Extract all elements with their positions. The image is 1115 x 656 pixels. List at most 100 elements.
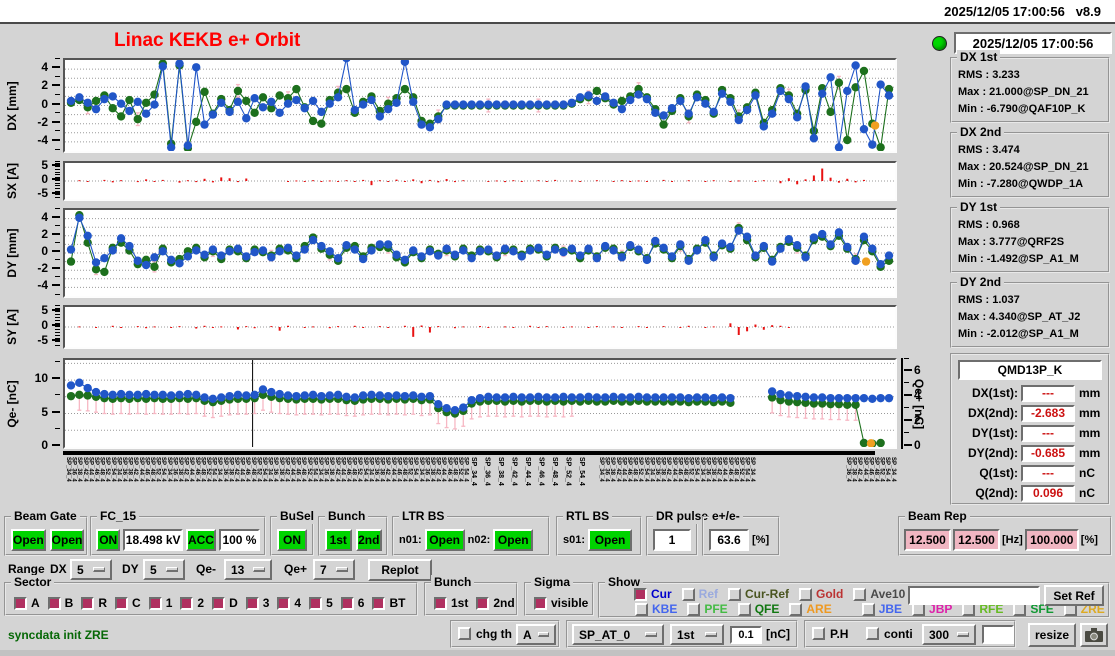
show-item-label: Ave10	[870, 587, 906, 601]
sector-checkbox[interactable]	[115, 596, 129, 610]
bunch-item-label: 1st	[451, 596, 469, 610]
bunch-checkbox[interactable]	[476, 596, 490, 610]
sector-item-3[interactable]: 3	[245, 596, 269, 610]
sector-checkbox[interactable]	[148, 596, 162, 610]
beam-gate-open-1-button[interactable]: Open	[11, 529, 46, 551]
bpm-label: SP_48_4	[631, 457, 638, 482]
ltr-bs-n01-open-button[interactable]: Open	[424, 529, 465, 551]
ph-checkbox[interactable]	[812, 627, 825, 640]
bpm-label: SP_52_4	[637, 457, 644, 482]
sector-item-bt[interactable]: BT	[372, 596, 405, 610]
sector-item-5[interactable]: 5	[309, 596, 333, 610]
sector-item-6[interactable]: 6	[340, 596, 364, 610]
range-dy-label: DY	[122, 562, 139, 576]
sector-checkbox[interactable]	[47, 596, 61, 610]
sector-checkbox[interactable]	[212, 596, 226, 610]
bpm-label: SP_54_4	[311, 457, 318, 482]
sector-checkbox[interactable]	[340, 596, 354, 610]
show-item-cur[interactable]: Cur	[634, 587, 672, 601]
show-item-ave10[interactable]: Ave10	[853, 587, 905, 601]
sigma-checkbox[interactable]	[534, 596, 547, 610]
show-item-qfe[interactable]: QFE	[737, 602, 779, 616]
bunch-checkbox[interactable]	[434, 596, 447, 610]
bunch-order-select[interactable]: 1st	[670, 624, 724, 645]
ref-name-input[interactable]	[908, 586, 1040, 605]
sector-checkbox[interactable]	[277, 596, 291, 610]
axis-minor-tick	[55, 338, 60, 340]
show-checkbox[interactable]	[853, 587, 867, 601]
show-item-jbe[interactable]: JBE	[861, 602, 902, 616]
show-checkbox[interactable]	[681, 587, 695, 601]
axis-minor-tick	[55, 112, 60, 114]
replot-button[interactable]: Replot	[368, 559, 432, 581]
bunch-2nd-button[interactable]: 2nd	[355, 529, 382, 551]
sector-item-r[interactable]: R	[81, 596, 107, 610]
rtl-bs-s01-open-button[interactable]: Open	[588, 529, 633, 551]
sector-group: Sector A B R C 1 2 D 3 4 5 6 BT	[4, 575, 418, 616]
sector-checkbox[interactable]	[81, 596, 95, 610]
range-qe-minus-select[interactable]: 13	[224, 559, 272, 580]
show-checkbox[interactable]	[799, 587, 813, 601]
show-item-gold[interactable]: Gold	[799, 587, 843, 601]
sector-checkbox[interactable]	[309, 596, 323, 610]
range-dy-select[interactable]: 5	[143, 559, 185, 580]
range-qe-plus-select[interactable]: 7	[313, 559, 355, 580]
bpm-label: SP_34_4	[417, 457, 424, 482]
resize-button[interactable]: resize	[1028, 623, 1076, 647]
bpm-label: SP_44_4	[670, 457, 677, 482]
show-item-cur-ref[interactable]: Cur-Ref	[728, 587, 789, 601]
sector-item-d[interactable]: D	[212, 596, 238, 610]
sector-item-c[interactable]: C	[115, 596, 141, 610]
ltr-bs-n02-open-button[interactable]: Open	[493, 529, 534, 551]
show-item-label: ARE	[806, 602, 832, 616]
show-checkbox[interactable]	[737, 602, 751, 616]
bunch-item-1st[interactable]: 1st	[434, 596, 468, 610]
beam-gate-open-2-button[interactable]: Open	[49, 529, 85, 551]
show-checkbox[interactable]	[861, 602, 875, 616]
th-sector-select[interactable]: A	[516, 624, 556, 645]
sector-item-4[interactable]: 4	[277, 596, 301, 610]
axis-tick-label: -2	[37, 261, 48, 276]
sector-checkbox[interactable]	[372, 596, 386, 610]
show-item-ref[interactable]: Ref	[681, 587, 718, 601]
busel-on-button[interactable]: ON	[277, 529, 307, 551]
sigma-item-visible[interactable]: visible	[534, 596, 588, 610]
sy-steering-chart	[63, 305, 897, 349]
device-select[interactable]: SP_AT_0	[572, 624, 664, 645]
chg-th-checkbox[interactable]	[458, 627, 471, 640]
range-dx-select[interactable]: 5	[70, 559, 112, 580]
sector-checkbox[interactable]	[180, 596, 194, 610]
sector-item-b[interactable]: B	[47, 596, 73, 610]
set-ref-button[interactable]: Set Ref	[1044, 585, 1104, 606]
bunch-1st-button[interactable]: 1st	[325, 529, 352, 551]
axis-minor-tick	[55, 179, 60, 181]
x-axis-tick-band	[63, 451, 875, 455]
show-item-are[interactable]: ARE	[789, 602, 832, 616]
fc15-on-button[interactable]: ON	[96, 529, 121, 551]
sector-item-a[interactable]: A	[14, 596, 40, 610]
sigma-group-label: Sigma	[531, 575, 574, 590]
conti-checkbox[interactable]	[866, 627, 879, 640]
sector-checkbox[interactable]	[245, 596, 259, 610]
show-checkbox[interactable]	[634, 587, 647, 601]
axis-minor-tick	[55, 427, 60, 429]
bunch-item-2nd[interactable]: 2nd	[476, 596, 515, 610]
axis-minor-tick	[55, 360, 60, 362]
count-select[interactable]: 300	[922, 624, 976, 645]
spare-input[interactable]	[982, 625, 1014, 644]
show-checkbox[interactable]	[728, 587, 742, 601]
monitor-row-label: DY(2nd):	[968, 446, 1018, 460]
sector-item-2[interactable]: 2	[180, 596, 204, 610]
axis-minor-tick	[55, 216, 60, 218]
show-checkbox[interactable]	[635, 602, 648, 616]
sector-item-1[interactable]: 1	[148, 596, 172, 610]
show-item-pfe[interactable]: PFE	[687, 602, 728, 616]
show-checkbox[interactable]	[789, 602, 803, 616]
screenshot-button[interactable]	[1080, 623, 1108, 647]
show-item-kbe[interactable]: KBE	[635, 602, 677, 616]
axis-minor-tick	[904, 419, 909, 421]
sector-checkbox[interactable]	[14, 596, 27, 610]
show-checkbox[interactable]	[687, 602, 701, 616]
fc15-acc-button[interactable]: ACC	[185, 529, 216, 551]
threshold-input[interactable]: 0.1	[730, 626, 762, 644]
